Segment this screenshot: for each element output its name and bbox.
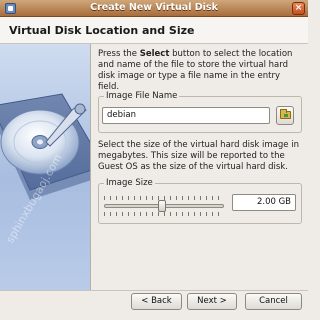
next-button[interactable]: Next >: [187, 293, 237, 310]
cancel-button[interactable]: Cancel: [245, 293, 302, 310]
back-button[interactable]: < Back: [131, 293, 182, 310]
image-size-label: Image Size: [104, 178, 155, 188]
slider-thumb[interactable]: [158, 200, 166, 212]
select-file-button[interactable]: [276, 106, 294, 125]
folder-open-icon: [280, 109, 291, 119]
image-size-input[interactable]: 2.00 GB: [232, 194, 296, 211]
image-size-group: Image Size 2.00 GB: [98, 178, 302, 224]
window-title: Create New Virtual Disk: [90, 2, 218, 13]
page-title: Virtual Disk Location and Size: [9, 24, 195, 37]
close-button[interactable]: ×: [292, 2, 305, 15]
image-file-name-group: Image File Name debian: [98, 91, 302, 133]
button-separator: [0, 290, 308, 291]
location-description: Press the Select button to select the lo…: [98, 49, 293, 92]
title-bar: Create New Virtual Disk ×: [0, 0, 308, 17]
side-illustration: sphinxbugaoj.com: [0, 44, 91, 290]
size-description: Select the size of the virtual hard disk…: [98, 140, 299, 172]
image-file-name-label: Image File Name: [104, 91, 180, 101]
wizard-header: Virtual Disk Location and Size: [0, 17, 308, 44]
file-name-input[interactable]: debian: [102, 107, 270, 124]
hard-disk-icon: sphinxbugaoj.com: [0, 93, 90, 246]
image-size-slider[interactable]: [104, 195, 224, 217]
